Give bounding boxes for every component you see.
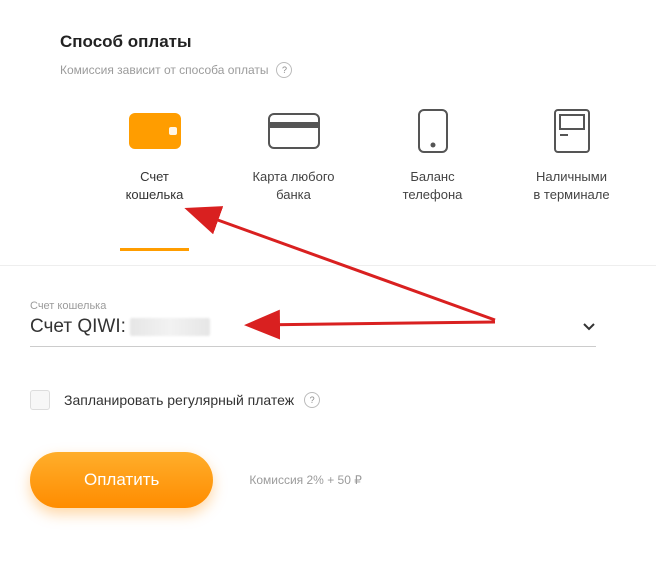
account-prefix: Счет QIWI:	[30, 316, 126, 338]
phone-icon	[418, 106, 448, 156]
commission-text: Комиссия 2% + 50 ₽	[249, 473, 362, 487]
schedule-label: Запланировать регулярный платеж ?	[64, 392, 320, 408]
help-icon[interactable]: ?	[304, 392, 320, 408]
page-title: Способ оплаты	[60, 32, 626, 52]
pay-row: Оплатить Комиссия 2% + 50 ₽	[30, 452, 362, 508]
method-wallet[interactable]: Счеткошелька	[100, 106, 209, 203]
method-terminal-label: Наличнымив терминале	[533, 168, 609, 203]
help-icon[interactable]: ?	[276, 62, 292, 78]
chevron-down-icon	[582, 320, 596, 334]
method-card-label: Карта любогобанка	[252, 168, 334, 203]
method-terminal[interactable]: Наличнымив терминале	[517, 106, 626, 203]
account-section: Счет кошелька Счет QIWI:	[30, 300, 596, 347]
method-wallet-label: Счеткошелька	[126, 168, 184, 203]
schedule-checkbox[interactable]	[30, 390, 50, 410]
section-divider	[0, 265, 656, 266]
account-label: Счет кошелька	[30, 300, 596, 312]
account-select[interactable]: Счет QIWI:	[30, 316, 596, 347]
commission-note-text: Комиссия зависит от способа оплаты	[60, 63, 268, 77]
card-icon	[268, 106, 320, 156]
method-phone[interactable]: Баланстелефона	[378, 106, 487, 203]
wallet-icon	[129, 106, 181, 156]
account-value: Счет QIWI:	[30, 316, 210, 338]
terminal-icon	[554, 106, 590, 156]
commission-note: Комиссия зависит от способа оплаты ?	[60, 62, 626, 78]
method-phone-label: Баланстелефона	[403, 168, 463, 203]
payment-methods: Счеткошелька Карта любогобанка Баланстел…	[100, 106, 626, 203]
method-card[interactable]: Карта любогобанка	[239, 106, 348, 203]
account-number-masked	[130, 318, 210, 336]
pay-button[interactable]: Оплатить	[30, 452, 213, 508]
schedule-row: Запланировать регулярный платеж ?	[30, 390, 320, 410]
